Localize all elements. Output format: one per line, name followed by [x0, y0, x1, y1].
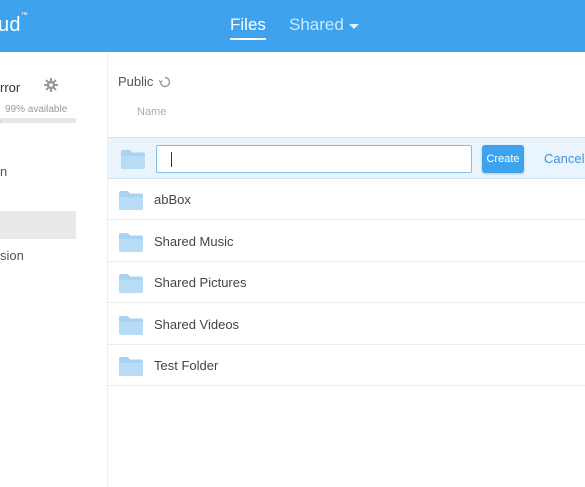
new-folder-name-input[interactable]	[156, 145, 472, 173]
cancel-button[interactable]: Cancel	[544, 151, 584, 166]
folder-name: Shared Videos	[154, 316, 240, 332]
folder-row[interactable]: Shared Videos	[108, 304, 585, 345]
sidebar-item-1[interactable]: n	[0, 164, 7, 179]
storage-bar-fill	[0, 118, 1, 123]
folder-row[interactable]: Test Folder	[108, 345, 585, 386]
folder-name: Test Folder	[154, 358, 219, 373]
folder-icon	[119, 191, 143, 210]
sidebar-item-active[interactable]	[0, 211, 76, 239]
folder-icon	[119, 232, 143, 252]
folder-icon	[119, 357, 143, 376]
device-name[interactable]: rror	[0, 80, 20, 95]
folder-row[interactable]: abBox	[108, 179, 585, 220]
breadcrumb-public[interactable]: Public	[118, 74, 153, 89]
sidebar: rror 99% available n sion	[0, 52, 108, 487]
gear-icon[interactable]	[43, 77, 59, 93]
folder-icon	[121, 150, 145, 169]
loading-spinner-icon	[159, 76, 171, 87]
folder-icon	[119, 315, 143, 335]
tab-shared[interactable]: Shared	[289, 15, 359, 35]
folder-name: Shared Music	[154, 233, 234, 249]
tab-shared-label: Shared	[289, 15, 344, 34]
folder-row[interactable]: Shared Music	[108, 221, 585, 262]
brand-logo[interactable]: ud™	[0, 12, 28, 37]
storage-available-text: 99% available	[5, 104, 68, 115]
storage-bar	[0, 118, 76, 123]
chevron-down-icon	[348, 23, 359, 29]
top-bar: ud™ Files Shared	[0, 0, 585, 52]
brand-trademark: ™	[20, 12, 28, 19]
file-browser: Public Name Create Cancel abBox Shared Mu…	[108, 52, 585, 487]
column-header-name[interactable]: Name	[137, 106, 166, 118]
brand-text: ud	[0, 14, 21, 36]
folder-icon	[119, 274, 143, 293]
folder-name: Shared Pictures	[154, 275, 247, 290]
new-folder-row: Create Cancel	[108, 137, 585, 179]
tab-files[interactable]: Files	[230, 15, 266, 40]
breadcrumb: Public	[118, 74, 171, 89]
folder-row[interactable]: Shared Pictures	[108, 262, 585, 303]
folder-name: abBox	[154, 192, 191, 207]
create-button[interactable]: Create	[482, 145, 524, 173]
text-cursor	[171, 152, 172, 167]
sidebar-item-3[interactable]: sion	[0, 248, 24, 263]
